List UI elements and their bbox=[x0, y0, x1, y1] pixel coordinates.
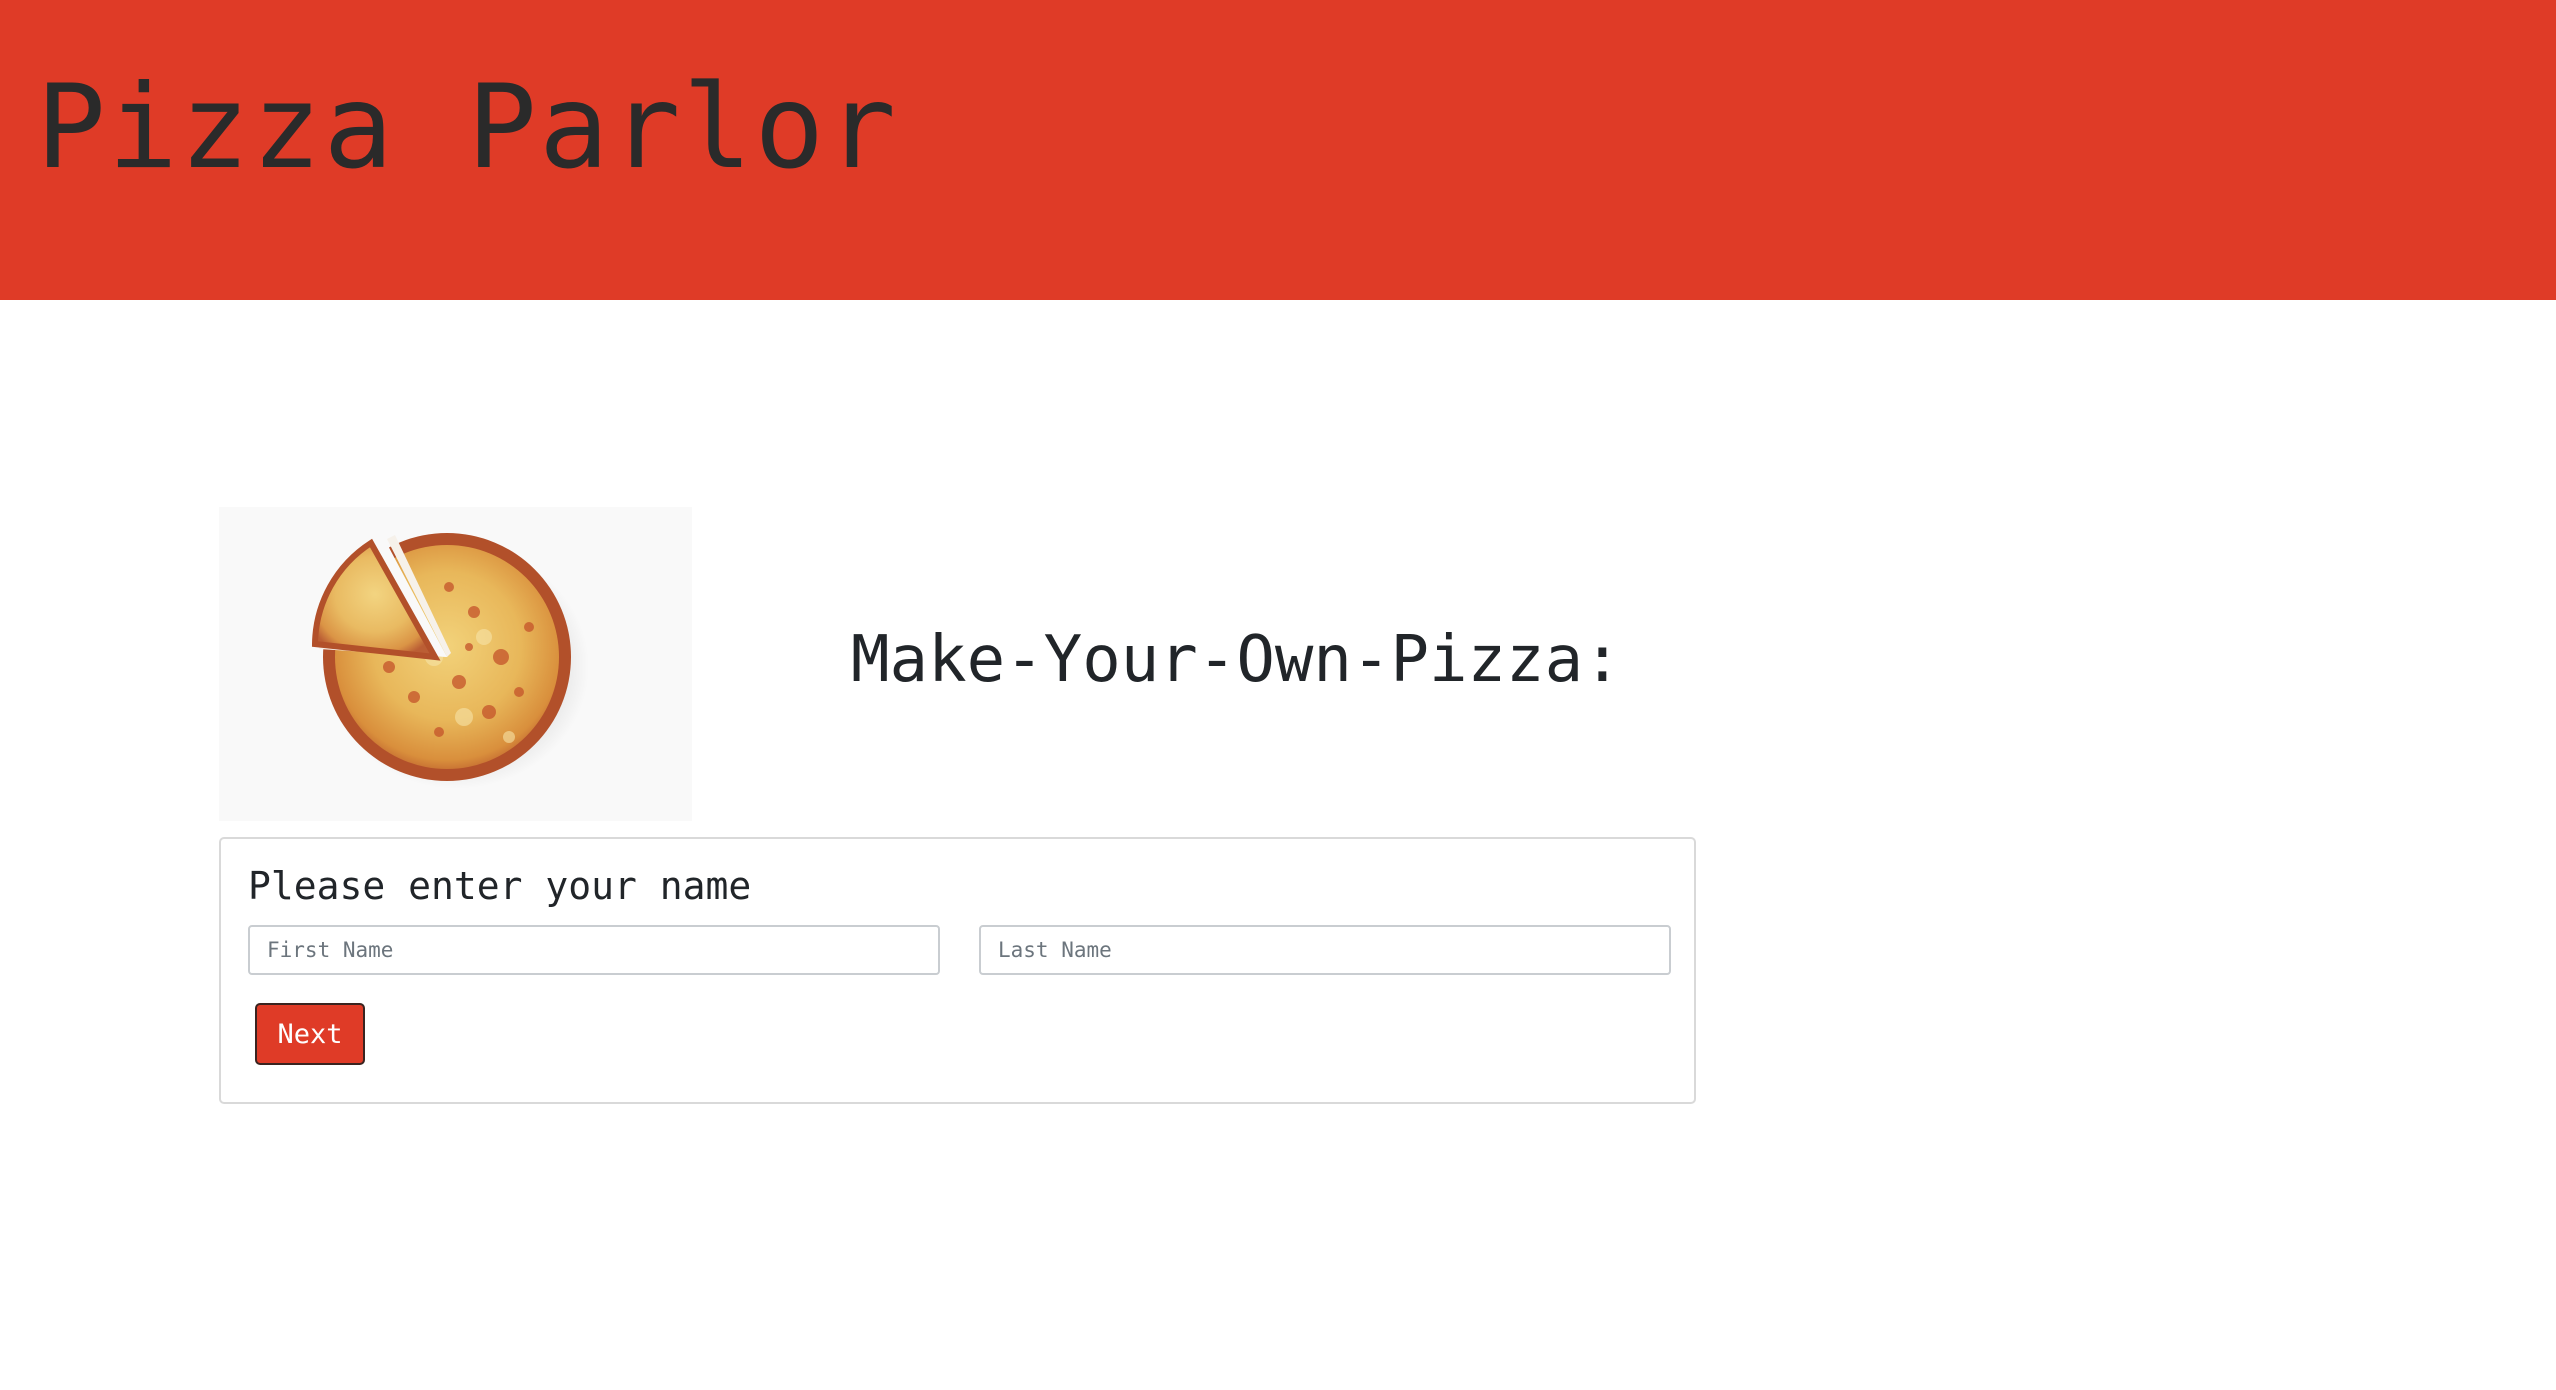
pizza-image bbox=[219, 507, 692, 821]
last-name-input[interactable] bbox=[979, 925, 1671, 975]
page-heading: Make-Your-Own-Pizza: bbox=[851, 623, 1622, 697]
pizza-icon bbox=[311, 533, 589, 789]
site-header: Pizza Parlor bbox=[0, 0, 2556, 300]
name-form-card: Please enter your name Next bbox=[219, 837, 1696, 1104]
first-name-input[interactable] bbox=[248, 925, 940, 975]
next-button[interactable]: Next bbox=[255, 1003, 365, 1065]
site-title: Pizza Parlor bbox=[36, 60, 899, 195]
name-form-title: Please enter your name bbox=[248, 864, 752, 908]
